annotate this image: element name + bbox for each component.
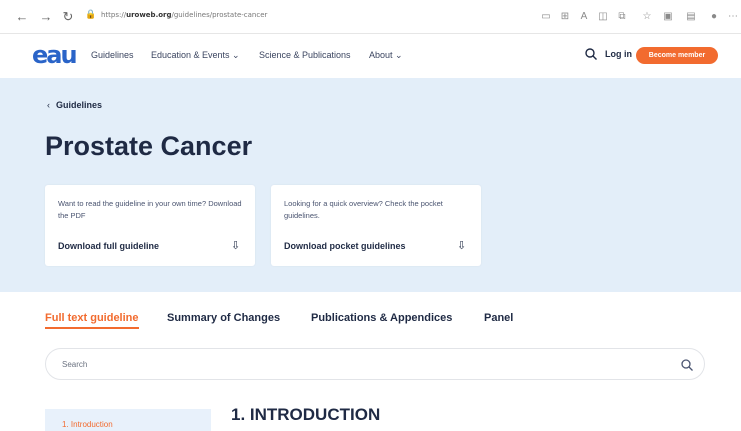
download-icon[interactable]: ⇩ bbox=[231, 239, 243, 252]
section-heading: 1. INTRODUCTION bbox=[231, 405, 381, 424]
toc-item-label: 1. Introduction bbox=[62, 420, 113, 429]
tab-summary-of-changes[interactable]: Summary of Changes bbox=[167, 312, 280, 324]
browser-toolbar: ← → ↻ 🔒 https://uroweb.org/guidelines/pr… bbox=[0, 0, 741, 34]
nav-education-events[interactable]: Education & Events ⌄ bbox=[151, 50, 240, 61]
split-screen-icon[interactable]: ◫ bbox=[596, 10, 610, 24]
login-link[interactable]: Log in bbox=[605, 49, 632, 59]
lock-icon: 🔒 bbox=[85, 9, 97, 19]
forward-icon[interactable]: → bbox=[38, 9, 54, 25]
address-bar[interactable]: 🔒 https://uroweb.org/guidelines/prostate… bbox=[85, 7, 535, 27]
collections-icon[interactable]: ▣ bbox=[661, 10, 675, 24]
site-header: eau Guidelines Education & Events ⌄ Scie… bbox=[0, 34, 741, 78]
full-guideline-card: Want to read the guideline in your own t… bbox=[45, 185, 255, 266]
avatar-icon[interactable]: ● bbox=[707, 10, 721, 24]
more-icon[interactable]: ⋯ bbox=[726, 10, 740, 24]
search-icon[interactable] bbox=[680, 358, 694, 372]
read-aloud-icon[interactable]: A bbox=[577, 10, 591, 24]
become-member-button[interactable]: Become member bbox=[636, 47, 718, 64]
breadcrumb-label: Guidelines bbox=[56, 100, 103, 110]
reader-view-icon[interactable]: ▭ bbox=[539, 10, 553, 24]
breadcrumb[interactable]: ‹ Guidelines bbox=[47, 100, 102, 110]
card-description: Want to read the guideline in your own t… bbox=[58, 199, 242, 220]
url-path: /guidelines/prostate-cancer bbox=[171, 11, 268, 19]
grid-icon[interactable]: ⊞ bbox=[558, 10, 572, 24]
tab-panel[interactable]: Panel bbox=[484, 312, 513, 324]
tab-full-text-guideline[interactable]: Full text guideline bbox=[45, 312, 139, 329]
pocket-guideline-card: Looking for a quick overview? Check the … bbox=[271, 185, 481, 266]
eau-logo[interactable]: eau bbox=[32, 42, 78, 68]
search-icon[interactable] bbox=[584, 47, 598, 61]
profile-icon[interactable]: ▤ bbox=[684, 10, 698, 24]
page-title: Prostate Cancer bbox=[45, 131, 253, 161]
toc-item-introduction[interactable]: 1. Introduction bbox=[45, 409, 211, 431]
download-icon[interactable]: ⇩ bbox=[457, 239, 469, 252]
search-placeholder: Search bbox=[62, 360, 88, 369]
url-text: https://uroweb.org/guidelines/prostate-c… bbox=[101, 11, 267, 19]
favorites-icon[interactable]: ☆ bbox=[640, 10, 654, 24]
reload-icon[interactable]: ↻ bbox=[60, 9, 76, 25]
chevron-left-icon: ‹ bbox=[47, 100, 50, 110]
url-domain: uroweb.org bbox=[126, 11, 172, 19]
nav-about[interactable]: About ⌄ bbox=[369, 50, 403, 61]
nav-guidelines[interactable]: Guidelines bbox=[91, 50, 134, 60]
download-full-guideline-link[interactable]: Download full guideline bbox=[58, 241, 159, 251]
card-description: Looking for a quick overview? Check the … bbox=[284, 199, 443, 220]
guideline-search-input[interactable]: Search bbox=[45, 348, 705, 380]
back-icon[interactable]: ← bbox=[14, 9, 30, 25]
tab-publications-appendices[interactable]: Publications & Appendices bbox=[311, 312, 452, 324]
url-prefix: https:// bbox=[101, 11, 127, 19]
extensions-icon[interactable]: ⧉ bbox=[615, 10, 629, 24]
download-pocket-guidelines-link[interactable]: Download pocket guidelines bbox=[284, 241, 406, 251]
nav-science-publications[interactable]: Science & Publications bbox=[259, 50, 351, 60]
